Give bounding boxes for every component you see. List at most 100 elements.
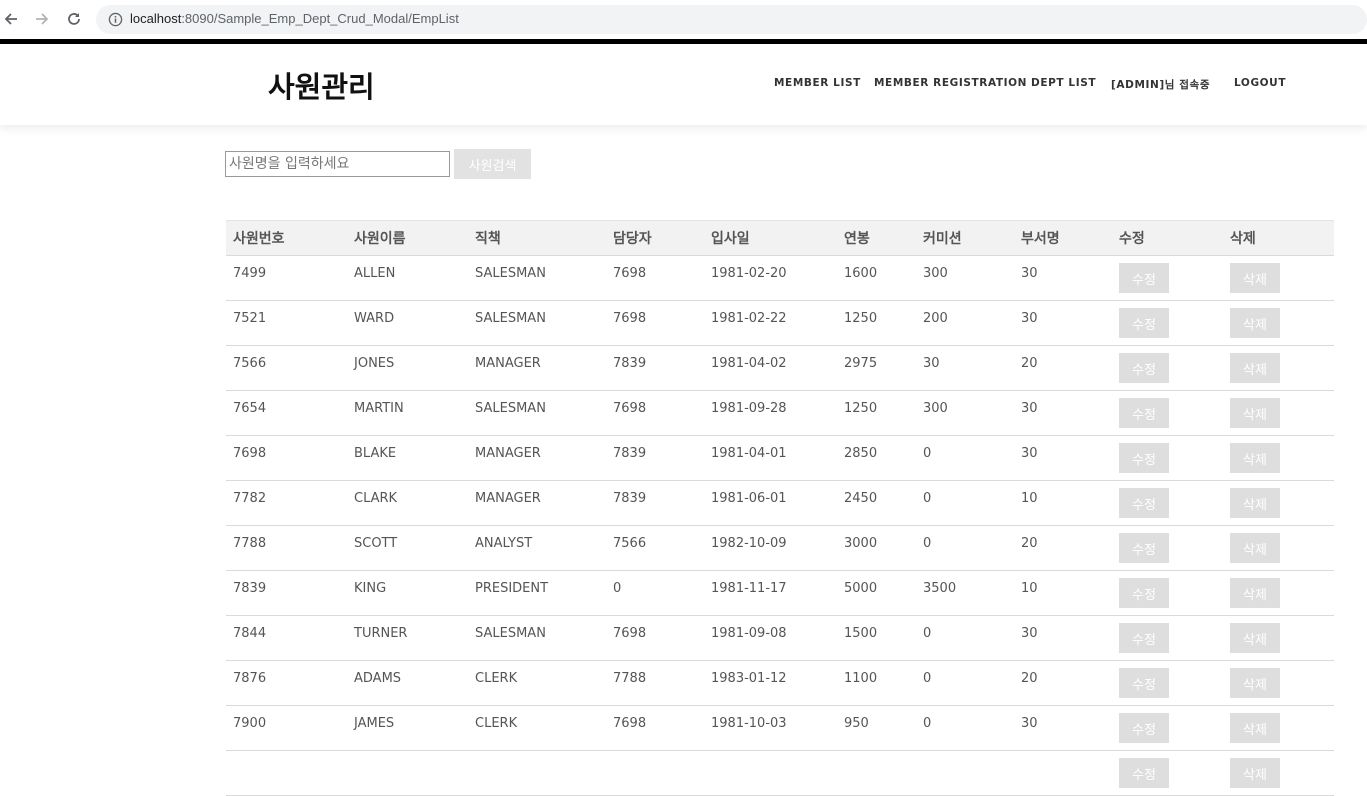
table-row: 7499 ALLEN SALESMAN 7698 1981-02-20 1600 300 30… — [226, 256, 1334, 301]
cell-edit: 수정 — [1112, 481, 1223, 526]
table-row: 7521 WARD SALESMAN 7698 1981-02-22 1250 200 30 수… — [226, 301, 1334, 346]
col-header-mgr: 담당자 — [613, 231, 652, 247]
search-button[interactable]: 사원검색 — [454, 149, 531, 179]
cell-mgr: 7698 — [613, 716, 647, 731]
cell-mgr: 0 — [613, 581, 622, 596]
delete-button[interactable]: 삭제 — [1230, 353, 1280, 383]
cell-mgr: 7698 — [613, 266, 647, 281]
cell-comm — [916, 751, 1014, 796]
cell-mgr: 7839 — [613, 491, 647, 506]
cell-comm: 0 — [923, 626, 932, 641]
cell-ename: ADAMS — [354, 671, 402, 686]
edit-button[interactable]: 수정 — [1119, 353, 1169, 383]
cell-hiredate — [704, 751, 837, 796]
cell-delete: 삭제 — [1223, 616, 1334, 661]
cell-deptno: 20 — [1021, 671, 1038, 686]
edit-button[interactable]: 수정 — [1119, 398, 1169, 428]
cell-delete: 삭제 — [1223, 301, 1334, 346]
delete-button[interactable]: 삭제 — [1230, 578, 1280, 608]
cell-delete: 삭제 — [1223, 751, 1334, 796]
cell-sal: 5000 — [844, 581, 878, 596]
table-header-row: 사원번호 사원이름 직책 담당자 입사일 연봉 커미션 부서명 수정 삭제 — [226, 220, 1334, 256]
back-arrow-icon[interactable] — [0, 8, 22, 30]
forward-arrow-icon[interactable] — [31, 8, 53, 30]
cell-job: PRESIDENT — [475, 581, 549, 596]
delete-button[interactable]: 삭제 — [1230, 398, 1280, 428]
cell-comm: 0 — [923, 716, 932, 731]
cell-comm: 300 — [923, 266, 948, 281]
cell-edit: 수정 — [1112, 436, 1223, 481]
cell-ename: KING — [354, 581, 387, 596]
url-text[interactable]: localhost:8090/Sample_Emp_Dept_Crud_Moda… — [130, 11, 459, 26]
nav-dept-list[interactable]: DEPT LIST — [1031, 77, 1096, 89]
edit-button[interactable]: 수정 — [1119, 758, 1169, 788]
cell-deptno: 30 — [1021, 446, 1038, 461]
cell-job: MANAGER — [475, 446, 541, 461]
search-input[interactable] — [225, 151, 450, 177]
table-row: 7788 SCOTT ANALYST 7566 1982-10-09 3000 0 20 수정 삭… — [226, 526, 1334, 571]
cell-hiredate: 1981-04-02 — [711, 356, 787, 371]
site-header: 사원관리 MEMBER LIST MEMBER REGISTRATION DEP… — [0, 44, 1367, 125]
page-title[interactable]: 사원관리 — [268, 64, 375, 106]
cell-mgr: 7788 — [613, 671, 647, 686]
cell-mgr: 7839 — [613, 356, 647, 371]
col-header-sal: 연봉 — [844, 231, 870, 247]
edit-button[interactable]: 수정 — [1119, 443, 1169, 473]
cell-delete: 삭제 — [1223, 571, 1334, 616]
delete-button[interactable]: 삭제 — [1230, 713, 1280, 743]
cell-job: SALESMAN — [475, 626, 546, 641]
cell-comm: 3500 — [923, 581, 957, 596]
info-icon[interactable] — [104, 8, 126, 30]
edit-button[interactable]: 수정 — [1119, 533, 1169, 563]
nav-member-registration[interactable]: MEMBER REGISTRATION — [874, 77, 1027, 89]
edit-button[interactable]: 수정 — [1119, 263, 1169, 293]
cell-sal: 3000 — [844, 536, 878, 551]
delete-button[interactable]: 삭제 — [1230, 623, 1280, 653]
cell-sal: 1100 — [844, 671, 878, 686]
cell-ename: ALLEN — [354, 266, 396, 281]
cell-deptno: 30 — [1021, 266, 1038, 281]
cell-delete: 삭제 — [1223, 706, 1334, 751]
cell-deptno: 10 — [1021, 581, 1038, 596]
edit-button[interactable]: 수정 — [1119, 623, 1169, 653]
edit-button[interactable]: 수정 — [1119, 308, 1169, 338]
cell-sal: 2975 — [844, 356, 878, 371]
cell-empno: 7844 — [233, 626, 267, 641]
edit-button[interactable]: 수정 — [1119, 713, 1169, 743]
delete-button[interactable]: 삭제 — [1230, 443, 1280, 473]
reload-icon[interactable] — [63, 8, 85, 30]
cell-ename: CLARK — [354, 491, 398, 506]
cell-comm: 0 — [923, 536, 932, 551]
delete-button[interactable]: 삭제 — [1230, 263, 1280, 293]
nav-logout[interactable]: LOGOUT — [1234, 77, 1286, 89]
cell-job — [468, 751, 606, 796]
edit-button[interactable]: 수정 — [1119, 668, 1169, 698]
delete-button[interactable]: 삭제 — [1230, 668, 1280, 698]
edit-button[interactable]: 수정 — [1119, 488, 1169, 518]
cell-mgr — [606, 751, 704, 796]
cell-sal: 2450 — [844, 491, 878, 506]
cell-edit: 수정 — [1112, 616, 1223, 661]
cell-job: MANAGER — [475, 356, 541, 371]
nav-member-list[interactable]: MEMBER LIST — [774, 77, 861, 89]
col-header-deptno: 부서명 — [1021, 231, 1060, 247]
cell-ename — [347, 751, 468, 796]
cell-deptno: 20 — [1021, 536, 1038, 551]
col-header-edit: 수정 — [1119, 231, 1145, 247]
cell-hiredate: 1983-01-12 — [711, 671, 787, 686]
delete-button[interactable]: 삭제 — [1230, 533, 1280, 563]
edit-button[interactable]: 수정 — [1119, 578, 1169, 608]
table-row: 7698 BLAKE MANAGER 7839 1981-04-01 2850 0 30 수정 삭… — [226, 436, 1334, 481]
cell-edit: 수정 — [1112, 391, 1223, 436]
cell-edit: 수정 — [1112, 346, 1223, 391]
url-host: localhost — [130, 11, 182, 26]
cell-job: CLERK — [475, 716, 518, 731]
col-header-empno: 사원번호 — [233, 231, 285, 247]
delete-button[interactable]: 삭제 — [1230, 308, 1280, 338]
delete-button[interactable]: 삭제 — [1230, 758, 1280, 788]
nav-user-status[interactable]: [ADMIN]님 접속중 — [1111, 77, 1210, 92]
delete-button[interactable]: 삭제 — [1230, 488, 1280, 518]
cell-ename: MARTIN — [354, 401, 404, 416]
cell-deptno: 30 — [1021, 716, 1038, 731]
cell-ename: TURNER — [354, 626, 408, 641]
